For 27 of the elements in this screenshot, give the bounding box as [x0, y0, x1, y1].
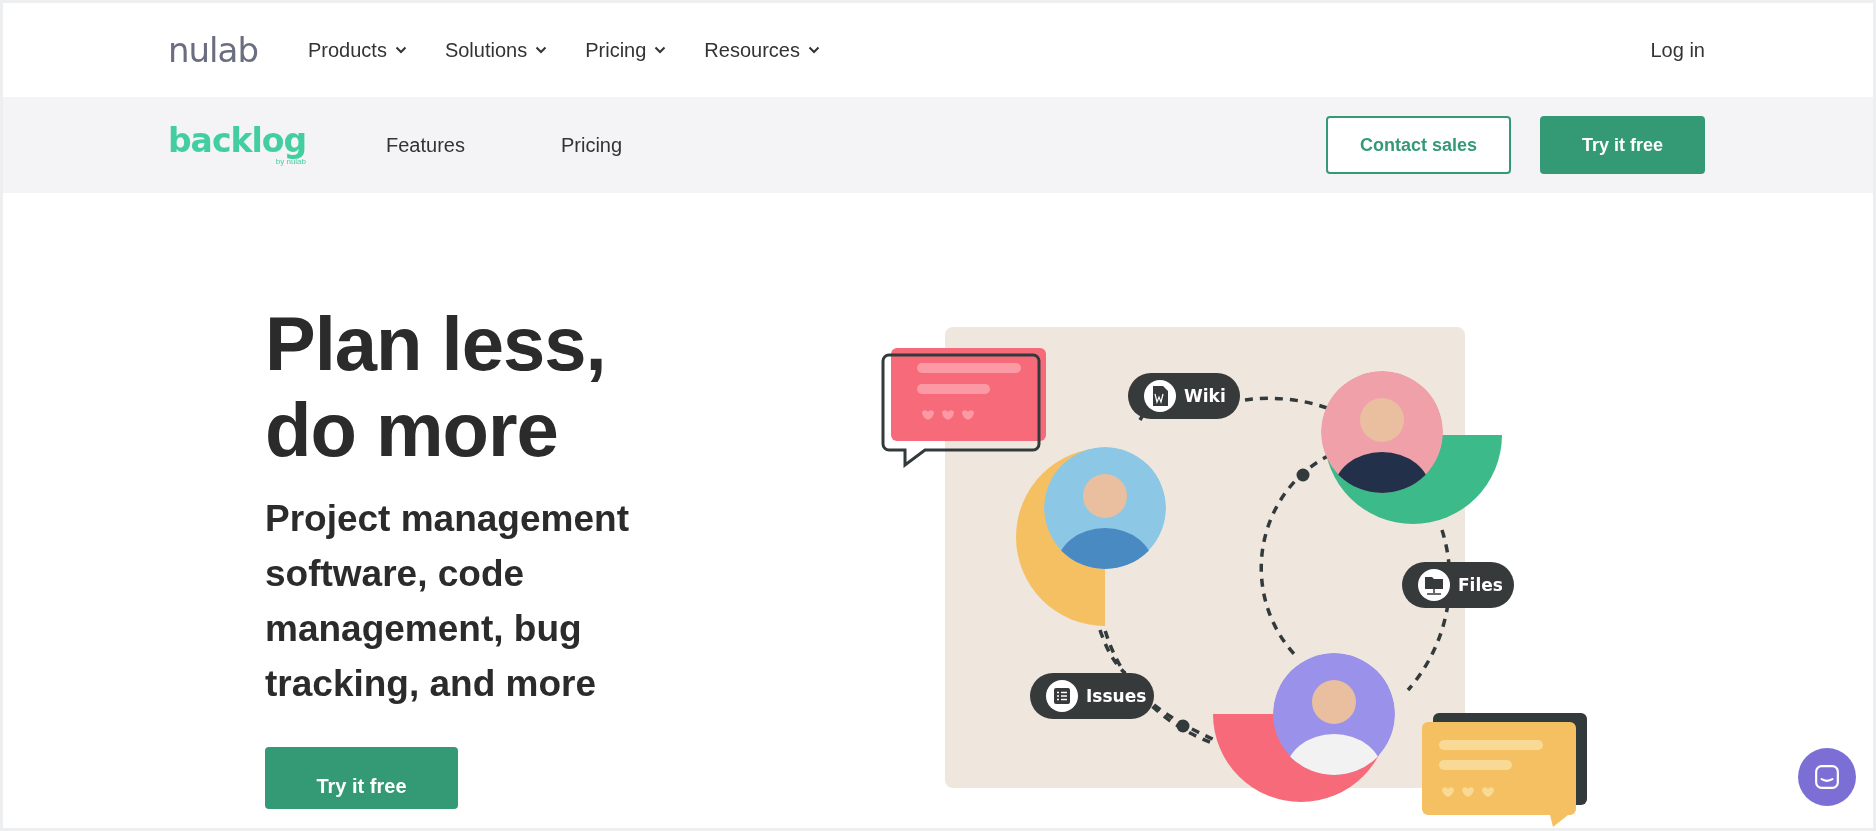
chevron-down-icon — [807, 46, 820, 54]
product-nav-link[interactable]: Features — [386, 133, 465, 157]
chevron-down-icon — [654, 46, 667, 54]
hero-title-line: do more — [265, 387, 558, 473]
tag-label: Issues — [1086, 686, 1147, 706]
nav-menu-item[interactable]: Products — [307, 38, 407, 62]
nulab-logo[interactable]: nulab — [168, 30, 258, 70]
hero-title-line: Plan less, — [265, 301, 606, 387]
login-link[interactable]: Log in — [1650, 38, 1705, 62]
chevron-down-icon — [394, 46, 407, 54]
hero-subtitle: Project management software, code management, bug tracking, and more — [265, 497, 630, 706]
logo-byline: by nulab — [275, 158, 306, 166]
document-icon — [1144, 380, 1176, 412]
tag-label: Files — [1458, 575, 1503, 595]
tag-label: Wiki — [1184, 386, 1226, 406]
chevron-down-icon — [535, 46, 548, 54]
nav-menu-item[interactable]: Resources — [704, 38, 820, 62]
chat-launcher-button[interactable] — [1798, 748, 1856, 806]
nav-menu-item[interactable]: Pricing — [585, 38, 667, 62]
chat-icon — [1814, 764, 1840, 790]
connector-dot — [1296, 468, 1310, 482]
backlog-wordmark: backlog — [168, 124, 306, 157]
connector-dot — [1176, 719, 1190, 733]
product-nav-link[interactable]: Pricing — [560, 133, 623, 157]
list-icon — [1046, 680, 1078, 712]
folder-icon — [1418, 569, 1450, 601]
nav-menu-item[interactable]: Solutions — [444, 38, 548, 62]
